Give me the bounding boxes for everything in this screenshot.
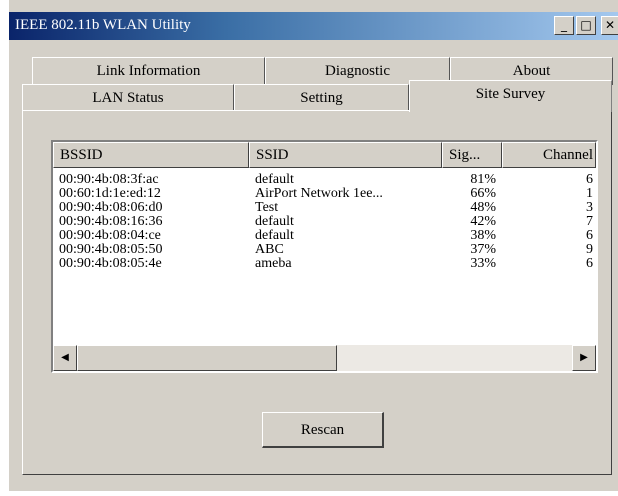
table-row[interactable]: 00:90:4b:08:04:ce default 38% 6 [53,229,596,243]
signal-cell: 38% [470,228,496,243]
table-row[interactable]: 00:90:4b:08:16:36 default 42% 7 [53,215,596,229]
channel-cell: 6 [586,228,593,243]
site-survey-list[interactable]: BSSID SSID Sig... Channel 00:90:4b:08:3f… [51,140,598,373]
ssid-cell: AirPort Network 1ee... [255,186,383,201]
maximize-button[interactable]: □ [576,16,596,35]
signal-cell: 81% [470,172,496,187]
scroll-left-arrow-icon[interactable]: ◀ [53,345,77,371]
ssid-cell: ameba [255,256,292,271]
bssid-cell: 00:90:4b:08:06:d0 [59,200,163,215]
signal-cell: 37% [470,242,496,257]
channel-cell: 6 [586,172,593,187]
bssid-cell: 00:90:4b:08:04:ce [59,228,161,243]
bssid-cell: 00:90:4b:08:05:4e [59,256,162,271]
minimize-button[interactable]: _ [554,16,574,35]
horizontal-scrollbar[interactable]: ◀ ▶ [53,345,596,371]
table-row[interactable]: 00:90:4b:08:3f:ac default 81% 6 [53,173,596,187]
tab-link-information[interactable]: Link Information [32,57,265,85]
table-row[interactable]: 00:90:4b:08:05:50 ABC 37% 9 [53,243,596,257]
signal-cell: 66% [470,186,496,201]
bssid-cell: 00:90:4b:08:05:50 [59,242,163,257]
signal-cell: 48% [470,200,496,215]
channel-cell: 1 [586,186,593,201]
channel-cell: 3 [586,200,593,215]
tab-setting[interactable]: Setting [234,84,409,112]
scroll-right-arrow-icon[interactable]: ▶ [572,345,596,371]
table-row[interactable]: 00:90:4b:08:05:4e ameba 33% 6 [53,257,596,271]
scrollbar-thumb[interactable] [77,345,337,371]
ssid-cell: Test [255,200,279,215]
column-header-signal[interactable]: Sig... [442,142,502,168]
ssid-cell: default [255,214,294,229]
table-row[interactable]: 00:90:4b:08:06:d0 Test 48% 3 [53,201,596,215]
rescan-button[interactable]: Rescan [262,412,384,448]
channel-cell: 7 [586,214,593,229]
close-button[interactable]: ✕ [601,16,618,35]
signal-cell: 42% [470,214,496,229]
bssid-cell: 00:90:4b:08:3f:ac [59,172,159,187]
column-header-channel[interactable]: Channel [502,142,596,168]
tab-lan-status[interactable]: LAN Status [22,84,234,112]
bssid-cell: 00:90:4b:08:16:36 [59,214,163,229]
column-header-ssid[interactable]: SSID [249,142,442,168]
table-row[interactable]: 00:60:1d:1e:ed:12 AirPort Network 1ee...… [53,187,596,201]
title-bar[interactable]: IEEE 802.11b WLAN Utility _ □ ✕ [9,12,618,40]
bssid-cell: 00:60:1d:1e:ed:12 [59,186,161,201]
tab-site-survey[interactable]: Site Survey [409,80,612,112]
ssid-cell: ABC [255,242,284,257]
ssid-cell: default [255,172,294,187]
ssid-cell: default [255,228,294,243]
signal-cell: 33% [470,256,496,271]
channel-cell: 6 [586,256,593,271]
channel-cell: 9 [586,242,593,257]
column-header-bssid[interactable]: BSSID [53,142,249,168]
window-title: IEEE 802.11b WLAN Utility [15,17,191,33]
